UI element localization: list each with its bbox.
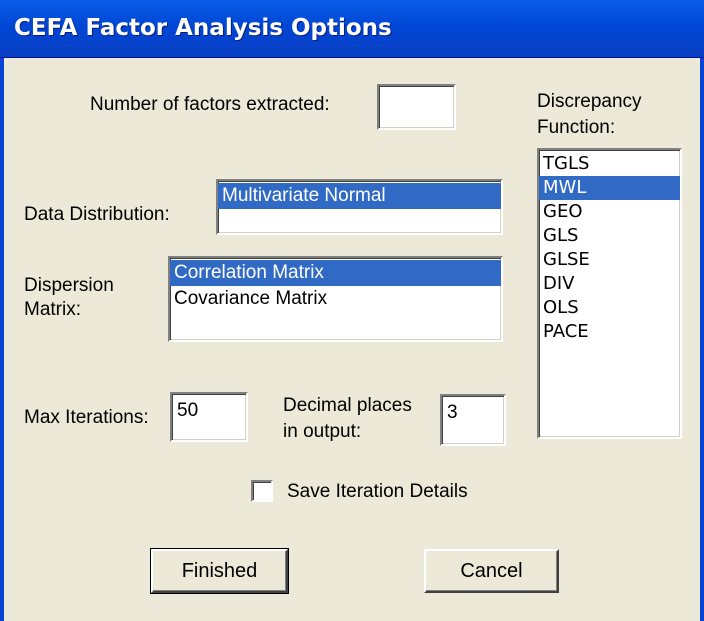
window-title: CEFA Factor Analysis Options — [14, 15, 392, 41]
decimal-places-value: 3 — [447, 402, 458, 423]
discrepancy-label-line2: Function: — [537, 117, 616, 138]
dispersion-item-covariance-matrix[interactable]: Covariance Matrix — [170, 286, 501, 312]
discrepancy-item-geo[interactable]: GEO — [539, 200, 680, 224]
save-iteration-checkbox[interactable] — [251, 480, 273, 502]
discrepancy-item-pace[interactable]: PACE — [539, 320, 680, 344]
discrepancy-item-mwl[interactable]: MWL — [539, 176, 680, 200]
dispersion-item-correlation-matrix[interactable]: Correlation Matrix — [170, 260, 501, 286]
save-iteration-label[interactable]: Save Iteration Details — [287, 479, 468, 504]
data-distribution-listbox[interactable]: Multivariate Normal — [216, 179, 503, 235]
max-iterations-input[interactable]: 50 — [170, 392, 248, 442]
dispersion-label-line2: Matrix: — [24, 299, 81, 320]
discrepancy-item-ols[interactable]: OLS — [539, 296, 680, 320]
discrepancy-item-gls[interactable]: GLS — [539, 224, 680, 248]
factors-input[interactable] — [377, 84, 456, 130]
decimal-places-input[interactable]: 3 — [440, 394, 506, 446]
decimal-places-label-line1: Decimal places — [283, 395, 412, 416]
factors-label: Number of factors extracted: — [90, 94, 330, 115]
max-iterations-value: 50 — [177, 400, 199, 421]
window-frame-right — [700, 58, 704, 621]
discrepancy-item-tgls[interactable]: TGLS — [539, 152, 680, 176]
dispersion-matrix-listbox[interactable]: Correlation Matrix Covariance Matrix — [168, 256, 503, 342]
finished-button[interactable]: Finished — [150, 548, 289, 594]
distribution-item-multivariate-normal[interactable]: Multivariate Normal — [218, 183, 501, 209]
max-iterations-label: Max Iterations: — [24, 407, 149, 428]
dispersion-label-line1: Dispersion — [24, 275, 114, 296]
data-distribution-label: Data Distribution: — [24, 204, 170, 225]
cancel-button[interactable]: Cancel — [424, 549, 559, 593]
discrepancy-item-div[interactable]: DIV — [539, 272, 680, 296]
discrepancy-item-glse[interactable]: GLSE — [539, 248, 680, 272]
title-bar[interactable]: CEFA Factor Analysis Options — [0, 0, 704, 58]
discrepancy-listbox[interactable]: TGLS MWL GEO GLS GLSE DIV OLS PACE — [537, 148, 682, 439]
finished-button-label: Finished — [181, 560, 258, 582]
discrepancy-label-line1: Discrepancy — [537, 91, 642, 112]
window-frame-left — [0, 58, 4, 621]
decimal-places-label-line2: in output: — [283, 421, 362, 442]
cancel-button-label: Cancel — [460, 560, 523, 582]
